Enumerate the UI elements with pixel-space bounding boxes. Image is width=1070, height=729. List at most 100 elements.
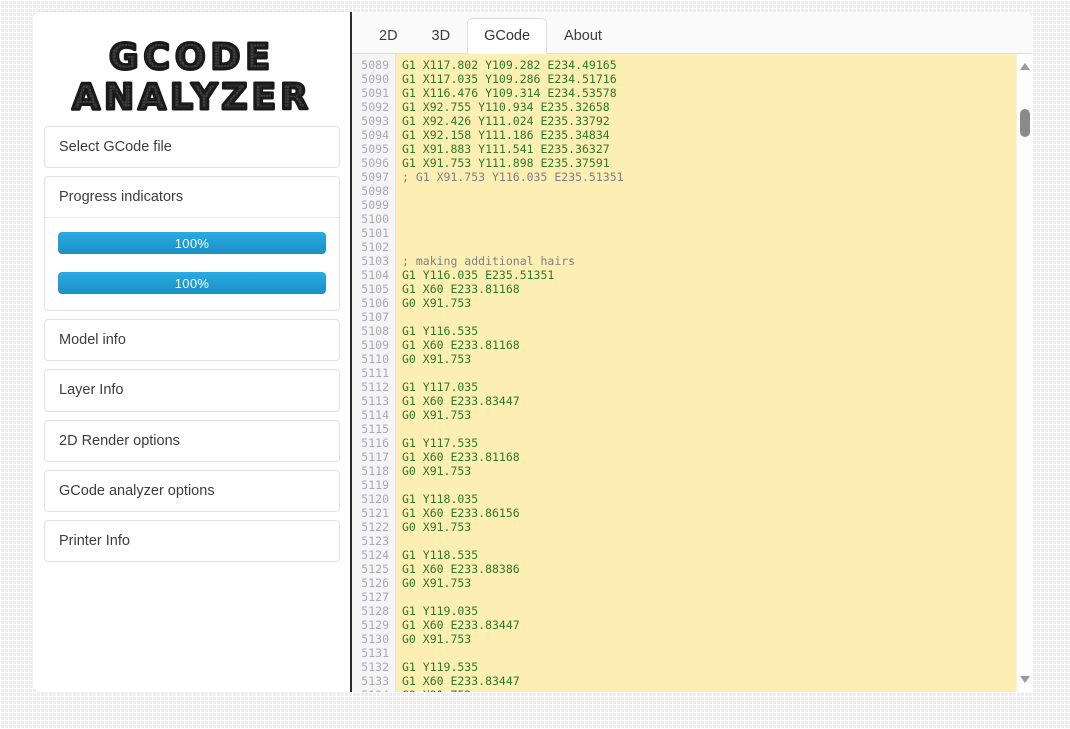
tab-about[interactable]: About — [547, 18, 619, 54]
line-number: 5131 — [361, 646, 389, 660]
gcode-text-area[interactable]: G1 X117.802 Y109.282 E234.49165 G1 X117.0… — [396, 54, 1016, 692]
line-number: 5133 — [361, 674, 389, 688]
line-number: 5112 — [361, 380, 389, 394]
card-model-info[interactable]: Model info — [44, 319, 340, 362]
line-number: 5111 — [361, 366, 389, 380]
gcode-line — [402, 310, 1016, 324]
gcode-line: G1 X92.426 Y111.024 E235.33792 — [402, 114, 610, 128]
gcode-line — [402, 184, 1016, 198]
vertical-scrollbar[interactable] — [1016, 54, 1032, 692]
scroll-down-button[interactable] — [1017, 671, 1032, 688]
sidebar-inner: GCODE GCODE ANALYZER ANALYZER Select GCo… — [33, 12, 351, 562]
gcode-line: G1 Y117.535 — [402, 436, 479, 450]
gcode-line: G1 X91.753 Y111.898 E235.37591 — [402, 156, 610, 170]
line-number: 5114 — [361, 408, 389, 422]
gcode-line: G0 X91.753 — [402, 520, 472, 534]
gcode-line: G0 X91.753 — [402, 464, 472, 478]
card-layer-info[interactable]: Layer Info — [44, 369, 340, 412]
gcode-line: G1 X92.755 Y110.934 E235.32658 — [402, 100, 610, 114]
tab-bar: 2D 3D GCode About — [352, 12, 1032, 54]
line-number: 5100 — [361, 212, 389, 226]
gcode-line: G1 Y119.535 — [402, 660, 479, 674]
line-number: 5104 — [361, 268, 389, 282]
card-2d-render-options[interactable]: 2D Render options — [44, 419, 340, 462]
line-number: 5119 — [361, 478, 389, 492]
line-number: 5097 — [361, 170, 389, 184]
gcode-line: G1 Y116.035 E235.51351 — [402, 268, 555, 282]
gcode-line: G1 X60 E233.81168 — [402, 282, 520, 296]
sidebar-panel: GCODE GCODE ANALYZER ANALYZER Select GCo… — [33, 12, 351, 692]
line-number: 5091 — [361, 86, 389, 100]
gcode-line: G1 X117.802 Y109.282 E234.49165 — [402, 58, 617, 72]
gcode-line: G0 X91.753 — [402, 576, 472, 590]
gcode-line: G1 X91.883 Y111.541 E235.36327 — [402, 142, 610, 156]
line-number: 5105 — [361, 282, 389, 296]
card-title-gcode-analyzer-options: GCode analyzer options — [59, 482, 215, 499]
line-number: 5129 — [361, 618, 389, 632]
gcode-line: ; making additional hairs — [402, 254, 576, 268]
tab-gcode-label: GCode — [484, 27, 531, 44]
line-number: 5113 — [361, 394, 389, 408]
gcode-line: G1 X60 E233.81168 — [402, 338, 520, 352]
progress-bar-1: 100% — [58, 232, 326, 255]
line-number: 5098 — [361, 184, 389, 198]
gcode-line: G0 X91.753 — [402, 688, 1016, 692]
tab-2d[interactable]: 2D — [362, 18, 415, 54]
gcode-line — [402, 534, 1016, 548]
line-number: 5092 — [361, 100, 389, 114]
line-number: 5116 — [361, 436, 389, 450]
line-number: 5089 — [361, 58, 389, 72]
gcode-line: G0 X91.753 — [402, 408, 472, 422]
gcode-line: ; G1 X91.753 Y116.035 E235.51351 — [402, 170, 624, 184]
scrollbar-thumb[interactable] — [1020, 109, 1030, 137]
line-number: 5094 — [361, 128, 389, 142]
line-number: 5120 — [361, 492, 389, 506]
line-number: 5125 — [361, 562, 389, 576]
card-title-printer-info: Printer Info — [59, 532, 130, 549]
line-number: 5132 — [361, 660, 389, 674]
line-number: 5096 — [361, 156, 389, 170]
line-number: 5118 — [361, 464, 389, 478]
gcode-line — [402, 226, 1016, 240]
gcode-line — [402, 198, 1016, 212]
tab-3d[interactable]: 3D — [415, 18, 468, 54]
card-title-progress-indicators[interactable]: Progress indicators — [45, 177, 339, 219]
line-number-gutter: 5089 5090 5091 5092 5093 5094 5095 5096 5097 5098… — [352, 54, 396, 692]
gcode-line: G1 Y116.535 — [402, 324, 479, 338]
gcode-line: G0 X91.753 — [402, 296, 472, 310]
gcode-line — [402, 240, 1016, 254]
gcode-line: G1 Y118.535 — [402, 548, 479, 562]
gcode-line: G1 Y117.035 — [402, 380, 479, 394]
gcode-line: G1 X116.476 Y109.314 E234.53578 — [402, 86, 617, 100]
line-number: 5110 — [361, 352, 389, 366]
gcode-line: G0 X91.753 — [402, 632, 472, 646]
gcode-line: G1 X60 E233.86156 — [402, 506, 520, 520]
line-number: 5123 — [361, 534, 389, 548]
progress-bar-2-label: 100% — [174, 275, 210, 291]
gcode-line — [402, 366, 1016, 380]
card-title-select-gcode-file: Select GCode file — [59, 139, 172, 155]
tab-gcode[interactable]: GCode — [467, 17, 548, 54]
card-select-gcode-file[interactable]: Select GCode file — [44, 126, 340, 169]
line-number: 5102 — [361, 240, 389, 254]
card-printer-info[interactable]: Printer Info — [44, 519, 340, 562]
line-number: 5090 — [361, 72, 389, 86]
gcode-line: G1 X60 E233.83447 — [402, 394, 520, 408]
line-number: 5117 — [361, 450, 389, 464]
line-number: 5122 — [361, 520, 389, 534]
line-number: 5093 — [361, 114, 389, 128]
line-number: 5109 — [361, 338, 389, 352]
main-panel: 2D 3D GCode About 5089 5090 5091 5092 5093 50… — [352, 12, 1032, 692]
card-gcode-analyzer-options[interactable]: GCode analyzer options — [44, 469, 340, 512]
gcode-line: G1 Y119.035 — [402, 604, 479, 618]
gcode-viewer[interactable]: 5089 5090 5091 5092 5093 5094 5095 5096 5097 5098… — [352, 54, 1032, 692]
line-number: 5095 — [361, 142, 389, 156]
scroll-up-button[interactable] — [1017, 58, 1032, 75]
line-number: 5121 — [361, 506, 389, 520]
progress-bar-2: 100% — [58, 272, 326, 295]
gcode-line — [402, 212, 1016, 226]
gcode-line — [402, 590, 1016, 604]
app-root: GCODE GCODE ANALYZER ANALYZER Select GCo… — [0, 0, 1070, 729]
gcode-line — [402, 646, 1016, 660]
line-number: 5124 — [361, 548, 389, 562]
